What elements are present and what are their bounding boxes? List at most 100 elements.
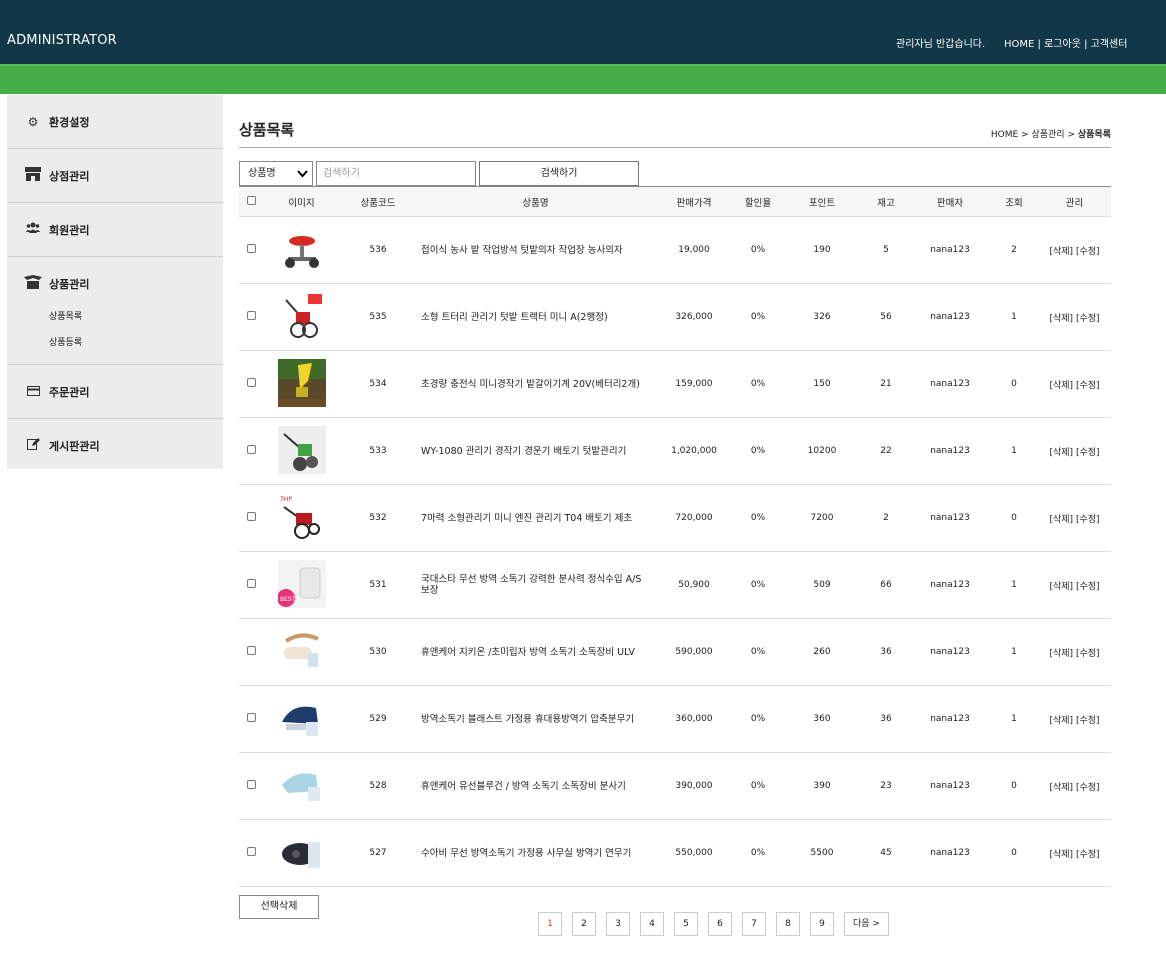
product-thumbnail[interactable] bbox=[277, 626, 326, 675]
row-delete-link[interactable]: [삭제] bbox=[1049, 247, 1073, 257]
row-checkbox[interactable] bbox=[247, 579, 256, 588]
support-link[interactable]: 고객센터 bbox=[1091, 39, 1128, 50]
row-stock: 36 bbox=[880, 714, 892, 724]
row-discount: 0% bbox=[750, 379, 766, 389]
page-9-button[interactable]: 9 bbox=[810, 912, 834, 936]
breadcrumb-home[interactable]: HOME bbox=[991, 130, 1018, 140]
product-thumbnail[interactable] bbox=[277, 693, 326, 742]
row-point: 509 bbox=[813, 580, 831, 590]
row-name[interactable]: 휴앤케어 지키온 /초미립자 방역 소독기 소독장비 ULV bbox=[417, 619, 654, 686]
row-edit-link[interactable]: [수정] bbox=[1076, 381, 1100, 391]
row-name[interactable]: 7마력 소형관리기 미니 엔진 관리기 T04 배토기 제초 bbox=[417, 485, 654, 552]
search-button[interactable]: 검색하기 bbox=[479, 161, 639, 186]
row-checkbox[interactable] bbox=[247, 378, 256, 387]
home-link[interactable]: HOME bbox=[1004, 39, 1034, 50]
row-edit-link[interactable]: [수정] bbox=[1076, 716, 1100, 726]
product-thumbnail[interactable]: BEST bbox=[277, 559, 326, 608]
sidebar-head-products[interactable]: 상품관리 bbox=[7, 257, 223, 310]
row-views: 0 bbox=[1011, 848, 1017, 858]
row-name[interactable]: 휴앤케어 유선블루건 / 방역 소독기 소독장비 분사기 bbox=[417, 753, 654, 820]
row-delete-link[interactable]: [삭제] bbox=[1049, 649, 1073, 659]
row-checkbox[interactable] bbox=[247, 713, 256, 722]
search-field-select[interactable]: 상품명 bbox=[239, 161, 313, 186]
page-2-button[interactable]: 2 bbox=[572, 912, 596, 936]
row-delete-link[interactable]: [삭제] bbox=[1049, 515, 1073, 525]
row-delete-link[interactable]: [삭제] bbox=[1049, 850, 1073, 860]
row-checkbox[interactable] bbox=[247, 244, 256, 253]
row-name[interactable]: 수아비 무선 방역소독기 가정용 사무실 방역기 연무기 bbox=[417, 820, 654, 887]
edit-icon bbox=[23, 438, 43, 453]
link-separator: | bbox=[1037, 39, 1041, 50]
row-edit-link[interactable]: [수정] bbox=[1076, 448, 1100, 458]
sidebar-item-store[interactable]: 상점관리 bbox=[7, 149, 223, 203]
sidebar-head-orders[interactable]: 주문관리 bbox=[7, 365, 223, 418]
row-delete-link[interactable]: [삭제] bbox=[1049, 582, 1073, 592]
row-delete-link[interactable]: [삭제] bbox=[1049, 314, 1073, 324]
sidebar-item-orders[interactable]: 주문관리 bbox=[7, 365, 223, 419]
page-4-button[interactable]: 4 bbox=[640, 912, 664, 936]
sidebar-head-store[interactable]: 상점관리 bbox=[7, 149, 223, 202]
row-name[interactable]: WY-1080 관리기 경작기 경운기 배토기 텃밭관리기 bbox=[417, 418, 654, 485]
row-checkbox[interactable] bbox=[247, 311, 256, 320]
next-page-button[interactable]: 다음 > bbox=[844, 912, 889, 936]
row-delete-link[interactable]: [삭제] bbox=[1049, 381, 1073, 391]
row-checkbox[interactable] bbox=[247, 847, 256, 856]
row-checkbox[interactable] bbox=[247, 512, 256, 521]
submenu-product-list[interactable]: 상품목록 bbox=[49, 304, 223, 330]
logout-link[interactable]: 로그아웃 bbox=[1044, 39, 1081, 50]
page-8-button[interactable]: 8 bbox=[776, 912, 800, 936]
product-thumbnail[interactable] bbox=[277, 224, 326, 273]
search-input[interactable]: 검색하기 bbox=[316, 161, 476, 186]
row-views: 1 bbox=[1011, 446, 1017, 456]
row-delete-link[interactable]: [삭제] bbox=[1049, 783, 1073, 793]
product-thumbnail[interactable] bbox=[277, 827, 326, 876]
page-7-button[interactable]: 7 bbox=[742, 912, 766, 936]
row-checkbox[interactable] bbox=[247, 445, 256, 454]
sidebar-item-members[interactable]: 회원관리 bbox=[7, 203, 223, 257]
sidebar-head-settings[interactable]: ⚙ 환경설정 bbox=[7, 95, 223, 148]
row-checkbox[interactable] bbox=[247, 646, 256, 655]
row-views: 0 bbox=[1011, 781, 1017, 791]
product-thumbnail[interactable]: 7HP bbox=[277, 492, 326, 541]
sidebar-head-board[interactable]: 게시판관리 bbox=[7, 419, 223, 472]
select-all-checkbox[interactable] bbox=[247, 195, 256, 205]
product-thumbnail[interactable] bbox=[277, 425, 326, 474]
delete-selected-button[interactable]: 선택삭제 bbox=[239, 895, 319, 919]
row-edit-link[interactable]: [수정] bbox=[1076, 850, 1100, 860]
row-name[interactable]: 접이식 농사 밭 작업방석 텃밭의자 작업장 농사의자 bbox=[417, 217, 654, 284]
row-edit-link[interactable]: [수정] bbox=[1076, 247, 1100, 257]
product-thumbnail[interactable] bbox=[277, 291, 326, 340]
sidebar-head-members[interactable]: 회원관리 bbox=[7, 203, 223, 256]
row-name[interactable]: 방역소독기 블래스트 가정용 휴대용방역기 압축분무기 bbox=[417, 686, 654, 753]
row-name[interactable]: 초경량 충전식 미니경작기 밭갈이기계 20V(베터리2개) bbox=[417, 351, 654, 418]
breadcrumb-products[interactable]: 상품관리 bbox=[1031, 130, 1064, 140]
row-delete-link[interactable]: [삭제] bbox=[1049, 448, 1073, 458]
sidebar-item-settings[interactable]: ⚙ 환경설정 bbox=[7, 95, 223, 149]
row-name[interactable]: 국대스타 무선 방역 소독기 강력한 분사력 정식수입 A/S 보장 bbox=[417, 552, 654, 619]
page-3-button[interactable]: 3 bbox=[606, 912, 630, 936]
row-stock: 66 bbox=[880, 580, 892, 590]
header-name: 상품명 bbox=[522, 197, 549, 209]
sidebar-item-board[interactable]: 게시판관리 bbox=[7, 419, 223, 472]
row-edit-link[interactable]: [수정] bbox=[1076, 649, 1100, 659]
row-seller: nana123 bbox=[930, 580, 970, 590]
row-name[interactable]: 소형 트터리 관리기 텃밭 트렉터 미니 A(2행정) bbox=[417, 284, 654, 351]
row-delete-link[interactable]: [삭제] bbox=[1049, 716, 1073, 726]
page-6-button[interactable]: 6 bbox=[708, 912, 732, 936]
row-edit-link[interactable]: [수정] bbox=[1076, 582, 1100, 592]
admin-brand[interactable]: ADMINISTRATOR bbox=[7, 33, 117, 48]
row-edit-link[interactable]: [수정] bbox=[1076, 515, 1100, 525]
page-5-button[interactable]: 5 bbox=[674, 912, 698, 936]
row-actions: [삭제] [수정] bbox=[1038, 686, 1111, 753]
row-edit-link[interactable]: [수정] bbox=[1076, 783, 1100, 793]
product-thumbnail[interactable] bbox=[277, 760, 326, 809]
row-checkbox[interactable] bbox=[247, 780, 256, 789]
row-point: 190 bbox=[813, 245, 831, 255]
submenu-product-register[interactable]: 상품등록 bbox=[49, 330, 223, 356]
sidebar-item-products[interactable]: 상품관리 상품목록 상품등록 bbox=[7, 257, 223, 365]
product-thumbnail[interactable] bbox=[277, 358, 326, 407]
row-edit-link[interactable]: [수정] bbox=[1076, 314, 1100, 324]
row-point: 5500 bbox=[810, 848, 834, 858]
page-1-button[interactable]: 1 bbox=[538, 912, 562, 936]
row-views: 1 bbox=[1011, 580, 1017, 590]
